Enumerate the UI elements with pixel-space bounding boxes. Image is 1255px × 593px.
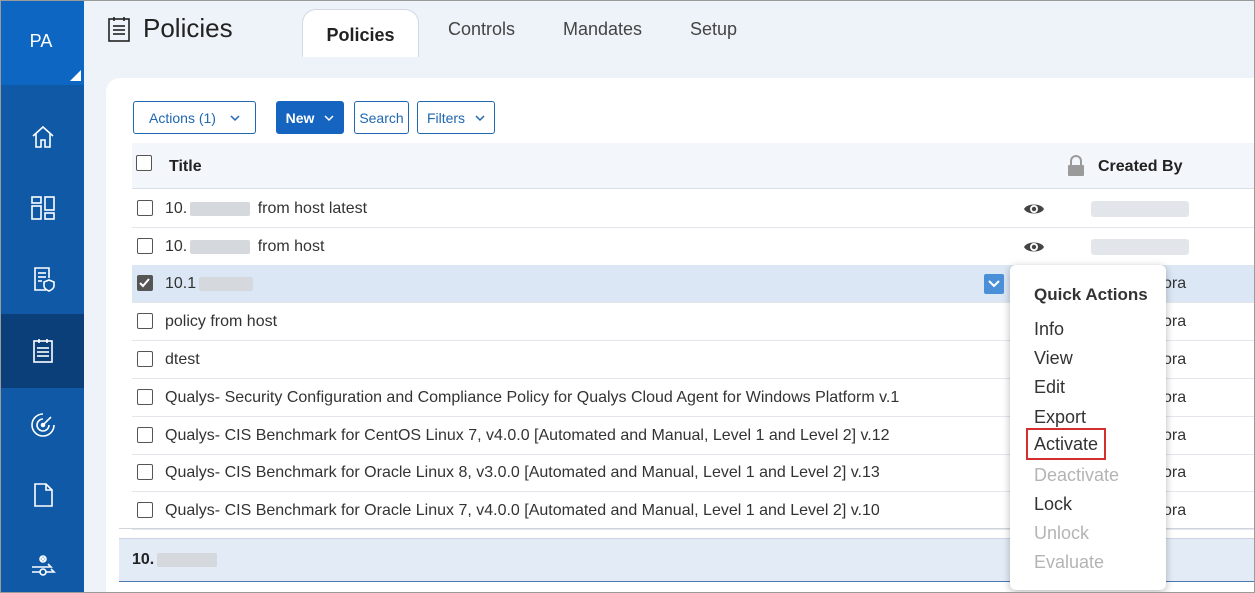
app-switcher[interactable]: PA (1, 1, 84, 85)
row-title: 10. from host (165, 238, 324, 256)
nav-policies[interactable] (1, 314, 84, 388)
nav-dashboard[interactable] (1, 172, 84, 244)
nav-home[interactable] (1, 101, 84, 173)
row-created-by: ora (1163, 464, 1187, 481)
chevron-down-icon (324, 114, 334, 121)
chevron-down-icon (988, 280, 1000, 288)
redacted-creator (1091, 201, 1189, 217)
home-icon (31, 125, 54, 148)
actions-dropdown[interactable]: Actions (1) (133, 101, 256, 134)
filters-label: Filters (426, 109, 466, 126)
menu-item-deactivate: Deactivate (1034, 465, 1120, 485)
row-title-prefix: 10. (165, 238, 188, 255)
app-switcher-corner-icon (70, 70, 81, 81)
redacted-block (190, 201, 251, 216)
lock-icon (1068, 155, 1084, 176)
row-title: Qualys- CIS Benchmark for CentOS Linux 7… (165, 427, 890, 444)
row-title-prefix: 10.1 (165, 275, 197, 292)
page-header: Policies Policies Controls Mandates Setu… (84, 1, 1254, 63)
checkmark-icon (139, 278, 150, 288)
quick-actions-menu: Quick Actions Info View Edit Export Acti… (1010, 265, 1166, 590)
redacted-creator (1091, 239, 1189, 255)
row-checkbox[interactable] (137, 313, 153, 329)
row-created-by: ora (1163, 351, 1187, 368)
row-title: 10. from host latest (165, 200, 367, 218)
menu-item-view[interactable]: View (1034, 348, 1073, 369)
quick-actions-title: Quick Actions (1034, 285, 1148, 304)
row-title: Qualys- CIS Benchmark for Oracle Linux 8… (165, 464, 880, 481)
workflow-icon (31, 555, 56, 576)
filters-dropdown[interactable]: Filters (417, 101, 495, 134)
policy-compliance-icon (33, 267, 55, 292)
column-header-created-by[interactable]: Created By (1098, 158, 1182, 176)
nav-reports[interactable] (1, 459, 84, 531)
detail-title-prefix: 10. (132, 551, 155, 568)
eye-icon[interactable] (1023, 201, 1045, 217)
nav-workflows[interactable] (1, 529, 84, 592)
row-created-by: ora (1163, 275, 1187, 292)
row-checkbox[interactable] (137, 351, 153, 367)
tab-controls[interactable]: Controls (448, 19, 515, 40)
new-dropdown[interactable]: New (276, 101, 344, 134)
actions-label: Actions (1) (149, 109, 216, 126)
detail-title: 10. (132, 551, 220, 569)
tab-mandates[interactable]: Mandates (563, 19, 642, 40)
row-title-prefix: 10. (165, 200, 188, 217)
app-badge: PA (29, 31, 53, 51)
page-title-text: Policies (143, 13, 233, 43)
tab-policies[interactable]: Policies (302, 9, 419, 57)
row-checkbox-checked[interactable] (137, 275, 153, 291)
table-row[interactable]: 10. from host latest (132, 190, 1254, 228)
redacted-block (199, 276, 254, 291)
row-created-by: ora (1163, 502, 1187, 519)
row-created-by: ora (1163, 427, 1187, 444)
row-checkbox[interactable] (137, 464, 153, 480)
page-title: Policies (107, 13, 233, 44)
row-title: Qualys- Security Configuration and Compl… (165, 389, 900, 406)
app-frame: PA Policies Policies Controls Mandates S… (0, 0, 1255, 593)
menu-item-evaluate: Evaluate (1034, 552, 1105, 572)
search-button[interactable]: Search (354, 101, 409, 134)
row-title: 10.1 (165, 275, 256, 293)
scan-icon (30, 413, 55, 437)
chevron-down-icon (230, 114, 240, 121)
row-checkbox[interactable] (137, 502, 153, 518)
row-created-by: ora (1163, 313, 1187, 330)
nav-compliance[interactable] (1, 243, 84, 315)
menu-item-unlock: Unlock (1034, 523, 1090, 543)
row-checkbox[interactable] (137, 200, 153, 216)
menu-item-edit[interactable]: Edit (1034, 377, 1065, 398)
row-title: dtest (165, 351, 200, 368)
column-header-title[interactable]: Title (169, 158, 202, 176)
policies-icon (32, 339, 53, 363)
row-checkbox[interactable] (137, 238, 153, 254)
select-all-checkbox[interactable] (136, 155, 152, 171)
row-actions-dropdown[interactable] (984, 274, 1004, 294)
menu-item-activate[interactable]: Activate (1025, 428, 1107, 460)
redacted-block (157, 552, 218, 567)
row-title-suffix: from host (257, 238, 325, 255)
tab-setup[interactable]: Setup (690, 19, 737, 40)
table-header: Title Created By (132, 143, 1254, 189)
redacted-block (190, 239, 251, 254)
new-label: New (285, 109, 315, 126)
nav-scans[interactable] (1, 389, 84, 461)
search-label: Search (359, 109, 404, 126)
chevron-down-icon (475, 114, 485, 121)
row-created-by: ora (1163, 389, 1187, 406)
left-nav-rail: PA (1, 1, 84, 592)
row-checkbox[interactable] (137, 389, 153, 405)
dashboard-icon (30, 196, 55, 220)
table-row[interactable]: 10. from host (132, 228, 1254, 266)
policies-title-icon (108, 16, 130, 42)
eye-icon[interactable] (1023, 239, 1045, 255)
menu-item-info[interactable]: Info (1034, 319, 1064, 340)
row-title: Qualys- CIS Benchmark for Oracle Linux 7… (165, 502, 880, 519)
document-icon (33, 483, 53, 507)
menu-item-lock[interactable]: Lock (1034, 494, 1072, 515)
row-title: policy from host (165, 313, 278, 330)
menu-item-export[interactable]: Export (1034, 407, 1086, 428)
row-checkbox[interactable] (137, 427, 153, 443)
row-title-suffix: from host latest (257, 200, 368, 217)
